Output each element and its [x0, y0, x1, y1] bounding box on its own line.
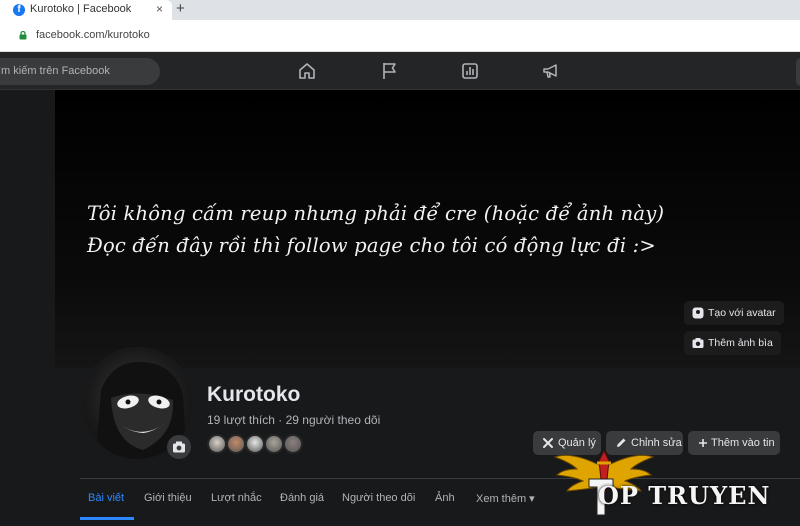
search-placeholder: ìm kiếm trên Facebook	[0, 65, 110, 77]
scroll-handle[interactable]	[796, 58, 800, 86]
close-tab-icon[interactable]: ×	[156, 2, 163, 16]
avatar-icon	[692, 307, 704, 319]
lock-icon	[19, 31, 27, 40]
flag-icon[interactable]	[380, 61, 400, 81]
create-with-avatar-label: Tạo với avatar	[708, 307, 776, 319]
follower-avatar[interactable]	[283, 434, 303, 454]
follower-avatar[interactable]	[226, 434, 246, 454]
address-bar[interactable]: facebook.com/kurotoko	[0, 20, 800, 52]
facebook-navbar: ìm kiếm trên Facebook	[0, 52, 800, 90]
facebook-favicon-icon: f	[13, 4, 25, 16]
tab-title: Kurotoko | Facebook	[30, 3, 132, 15]
browser-tab[interactable]: f Kurotoko | Facebook ×	[0, 0, 172, 20]
page-title: Kurotoko	[207, 383, 301, 406]
update-avatar-button[interactable]	[167, 435, 191, 459]
tab-about[interactable]: Giới thiệu	[144, 492, 192, 504]
new-tab-icon[interactable]: +	[176, 0, 185, 18]
chart-icon[interactable]	[460, 61, 480, 81]
add-cover-photo-button[interactable]: Thêm ảnh bìa	[684, 331, 781, 355]
megaphone-icon[interactable]	[541, 61, 561, 81]
camera-icon	[692, 338, 704, 348]
tab-reviews[interactable]: Đánh giá	[280, 492, 324, 504]
camera-icon	[173, 441, 185, 453]
url-text: facebook.com/kurotoko	[36, 29, 150, 41]
create-with-avatar-button[interactable]: Tạo với avatar	[684, 301, 784, 325]
tab-photos[interactable]: Ảnh	[435, 492, 455, 504]
cover-text-line-1: Tôi không cấm reup nhưng phải để cre (ho…	[87, 202, 665, 225]
tab-followers[interactable]: Người theo dõi	[342, 492, 415, 504]
home-icon[interactable]	[297, 61, 317, 81]
add-cover-photo-label: Thêm ảnh bìa	[708, 337, 773, 349]
cover-text-line-2: Đọc đến đây rồi thì follow page cho tôi …	[87, 234, 656, 257]
tab-more[interactable]: Xem thêm ▾	[476, 492, 535, 505]
watermark-logo: OP TRUYEN	[553, 447, 785, 521]
active-tab-indicator	[80, 517, 134, 520]
browser-tab-strip: f Kurotoko | Facebook × +	[0, 0, 800, 20]
follower-avatar[interactable]	[264, 434, 284, 454]
search-input[interactable]: ìm kiếm trên Facebook	[0, 58, 160, 85]
follower-avatar[interactable]	[207, 434, 227, 454]
cover-photo: Tôi không cấm reup nhưng phải để cre (ho…	[55, 90, 800, 368]
follower-avatar[interactable]	[245, 434, 265, 454]
watermark-text: OP TRUYEN	[598, 481, 771, 510]
tab-mentions[interactable]: Lượt nhắc	[211, 492, 262, 504]
tab-posts[interactable]: Bài viết	[88, 492, 124, 504]
page-stats[interactable]: 19 lượt thích · 29 người theo dõi	[207, 413, 380, 427]
